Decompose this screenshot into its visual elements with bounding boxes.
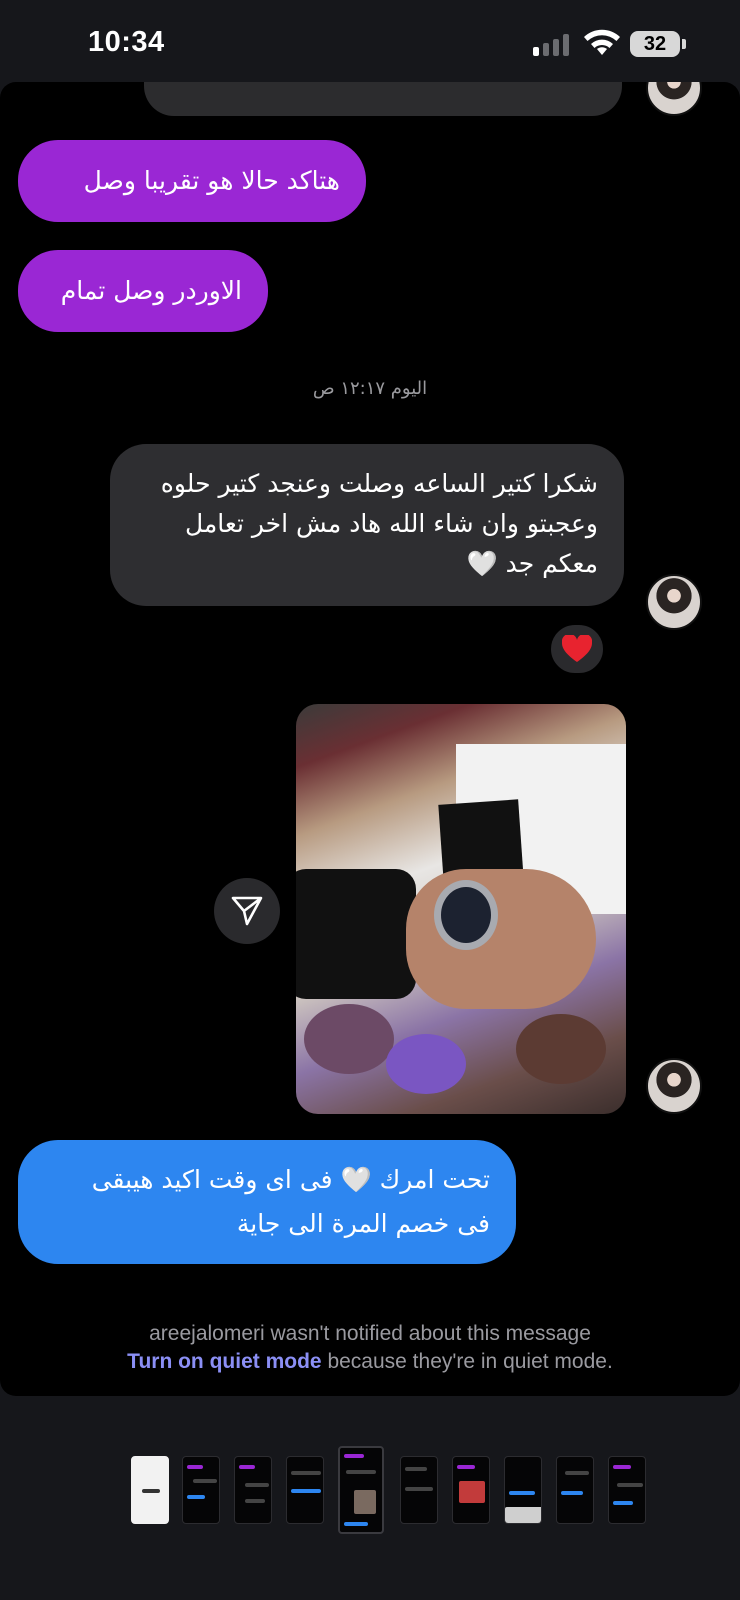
sent-message[interactable]: تحت امرك 🤍 فى اى وقت اكيد هيبقى فى خصم ا… [18,1140,516,1264]
status-time: 10:34 [88,26,165,58]
white-heart-emoji: 🤍 [466,549,498,578]
thumbnail[interactable] [452,1456,490,1524]
quiet-mode-notice: areejalomeri wasn't notified about this … [0,1320,740,1376]
screenshot-thumbnail-strip[interactable] [0,1440,740,1536]
wifi-icon [584,29,620,55]
notice-line: areejalomeri wasn't notified about this … [149,1322,591,1345]
message-line-2: فى خصم المرة الى جاية [236,1209,490,1238]
photo-sleeve [296,869,416,999]
thumbnail[interactable] [182,1456,220,1524]
photo-watch [434,880,498,950]
thumbnail[interactable] [286,1456,324,1524]
battery-cap [682,39,686,49]
photo-hand [406,869,596,1009]
message-text: شكرا كتير الساعه وصلت وعنجد كتير حلوه وع… [160,469,598,578]
thumbnail[interactable] [400,1456,438,1524]
heart-icon [562,635,592,662]
photo-pattern [304,1004,394,1074]
share-icon [231,896,263,926]
message-text: فى اى وقت اكيد هيبقى [91,1165,333,1194]
white-heart-emoji: 🤍 [340,1165,372,1194]
message-text: تحت امرك [379,1165,490,1194]
photo-pattern [516,1014,606,1084]
sent-message[interactable]: الاوردر وصل تمام [18,250,268,332]
shared-photo[interactable] [296,704,626,1114]
thumbnail[interactable] [131,1456,169,1524]
message-line-1: تحت امرك 🤍 فى اى وقت اكيد هيبقى [44,1158,490,1202]
battery-icon: 32 [630,31,680,57]
thumbnail[interactable] [608,1456,646,1524]
day-separator: اليوم ١٢:١٧ ص [312,378,428,399]
thumbnail[interactable] [504,1456,542,1524]
sent-message[interactable]: هتاكد حالا هو تقريبا وصل [18,140,366,222]
thumbnail-current[interactable] [338,1446,384,1534]
previous-message-bubble[interactable] [144,82,622,116]
photo-pattern [386,1034,466,1094]
signal-icon [533,32,573,56]
quiet-mode-link[interactable]: Turn on quiet mode [127,1350,321,1373]
received-message[interactable]: شكرا كتير الساعه وصلت وعنجد كتير حلوه وع… [110,444,624,606]
contact-avatar[interactable] [646,574,702,630]
notice-text: because they're in quiet mode. [321,1350,613,1373]
message-text: الاوردر وصل تمام [60,276,242,305]
thumbnail[interactable] [556,1456,594,1524]
share-button[interactable] [214,878,280,944]
heart-reaction[interactable] [548,622,606,676]
status-bar: 10:34 32 [0,0,740,86]
chat-panel[interactable]: هتاكد حالا هو تقريبا وصل الاوردر وصل تما… [0,82,740,1396]
message-text: هتاكد حالا هو تقريبا وصل [83,166,340,195]
notice-line-2: Turn on quiet mode because they're in qu… [0,1348,740,1376]
contact-avatar[interactable] [646,82,702,116]
thumbnail[interactable] [234,1456,272,1524]
contact-avatar[interactable] [646,1058,702,1114]
